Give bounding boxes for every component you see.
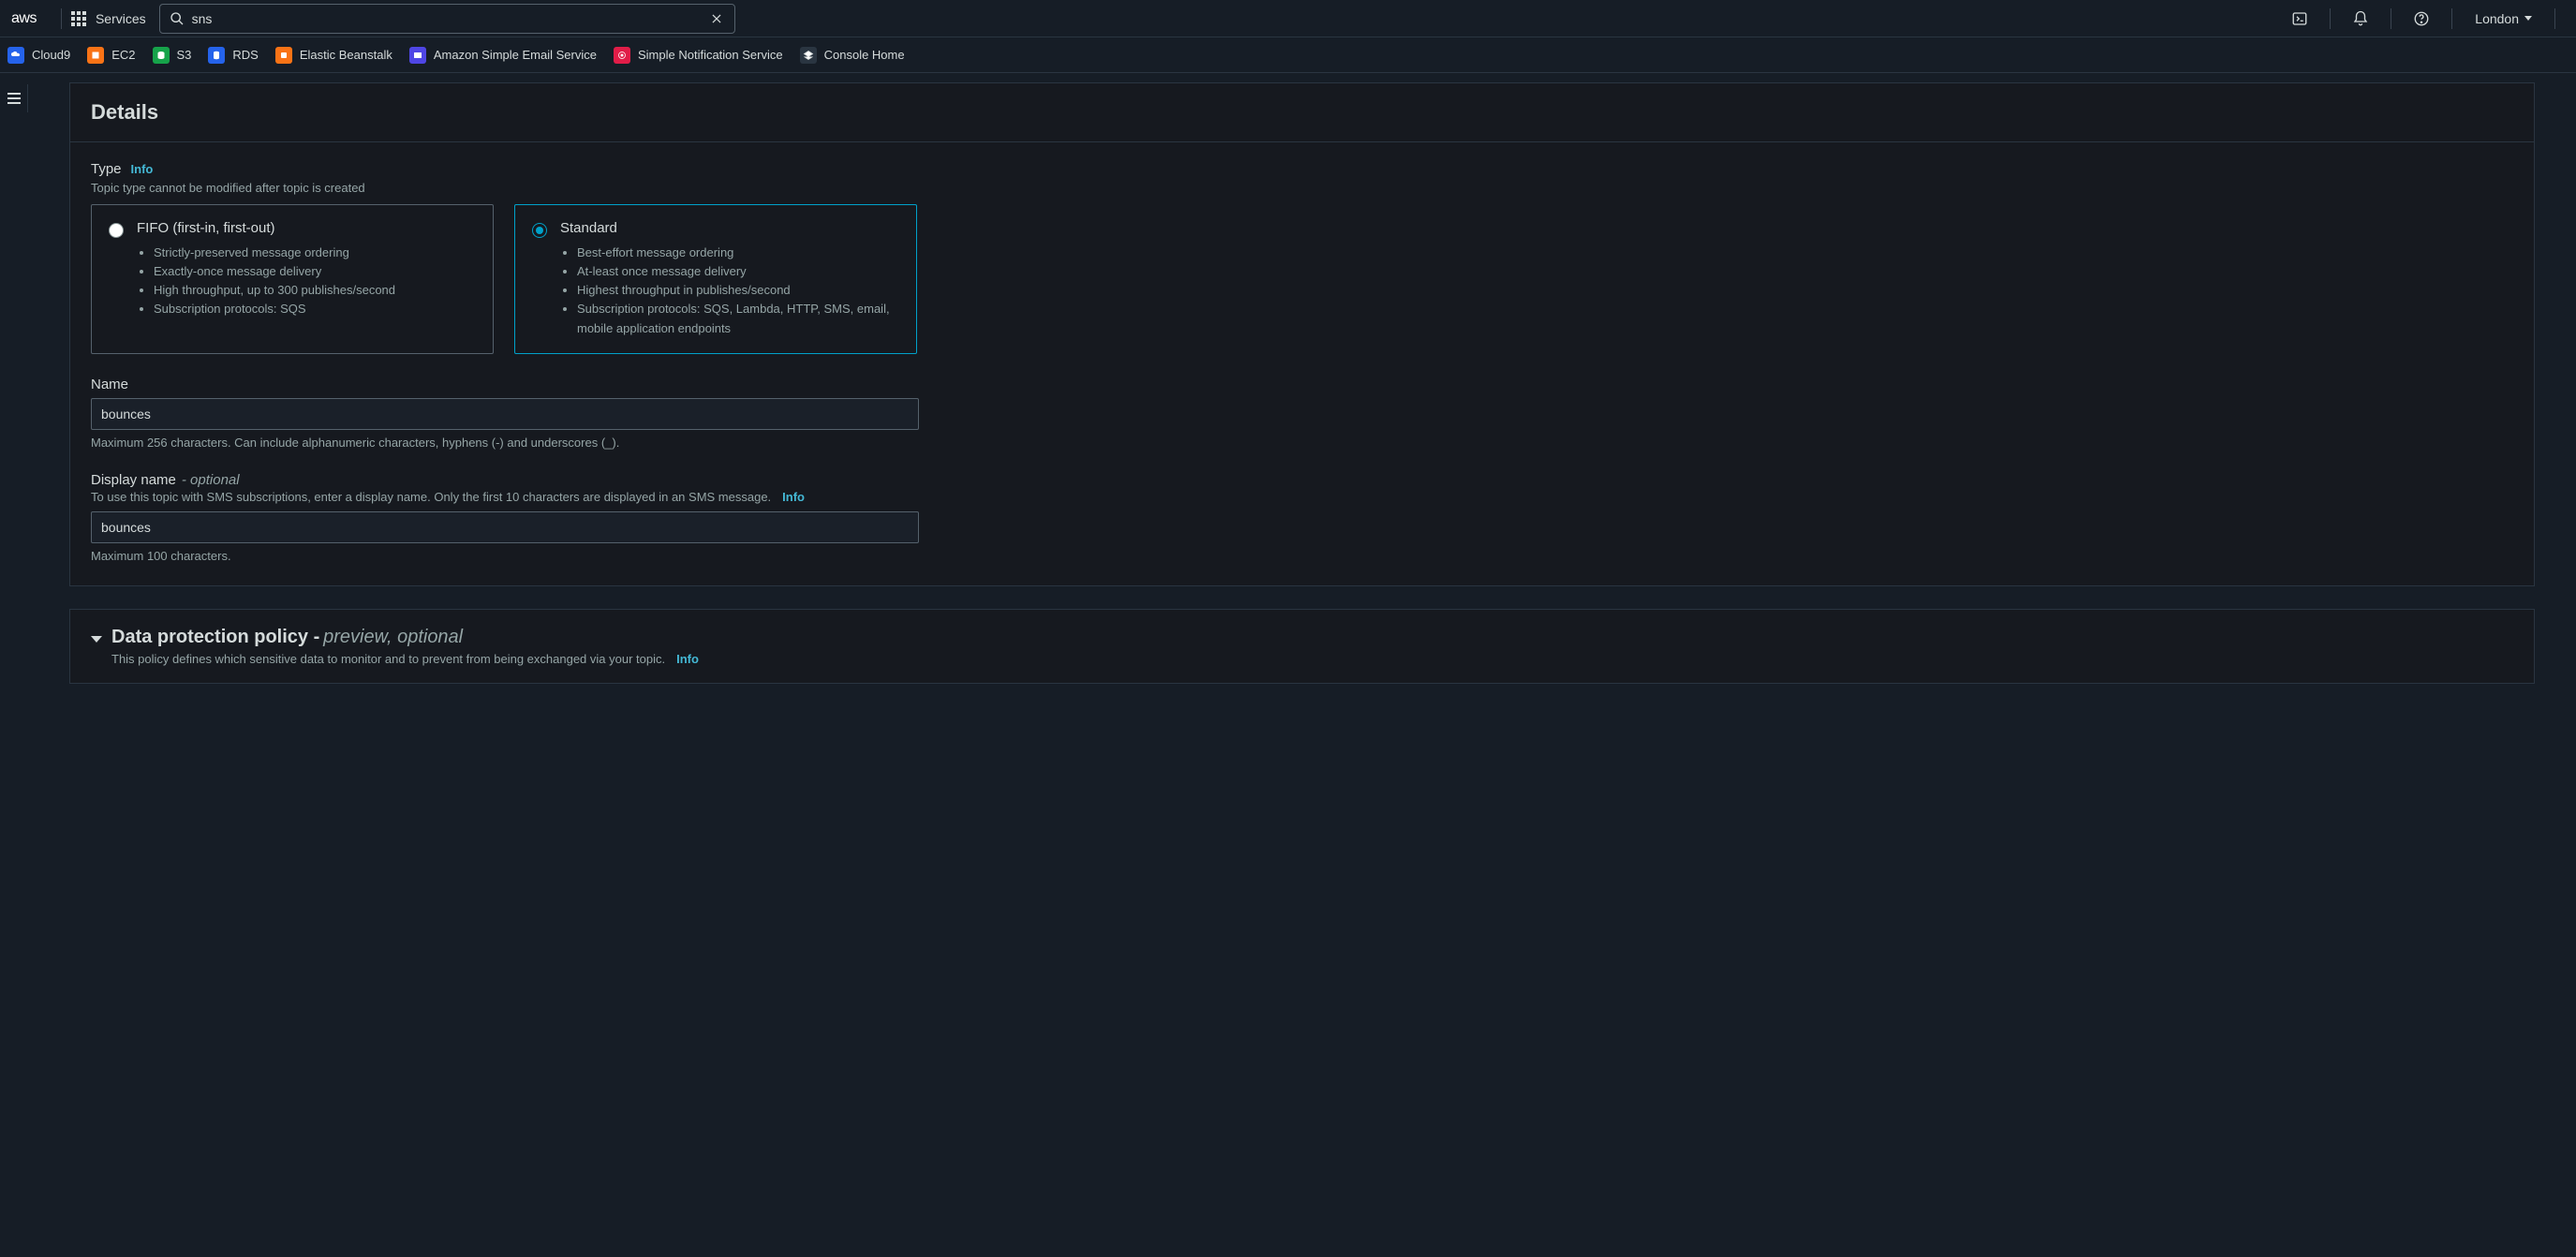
fav-label: Elastic Beanstalk <box>300 48 392 62</box>
top-nav: aws Services London <box>0 0 2576 37</box>
data-protection-panel: Data protection policy - preview, option… <box>69 609 2535 684</box>
bell-icon <box>2352 10 2369 27</box>
aws-logo-text: aws <box>11 10 37 27</box>
fav-console-home[interactable]: Console Home <box>800 47 905 64</box>
help-icon <box>2413 10 2430 27</box>
radio-fifo[interactable]: FIFO (first-in, first-out) Strictly-pres… <box>91 204 494 354</box>
radio-fifo-bullets: Strictly-preserved message ordering Exac… <box>137 244 476 319</box>
region-label: London <box>2475 11 2519 26</box>
chevron-down-icon <box>91 636 102 643</box>
type-info-link[interactable]: Info <box>131 162 154 176</box>
data-protection-title: Data protection policy - <box>111 627 319 647</box>
main-content: Details Type Info Topic type cannot be m… <box>28 73 2576 731</box>
type-label: Type <box>91 161 122 177</box>
panel-header: Details <box>70 83 2534 142</box>
data-protection-suffix: preview, optional <box>323 627 463 647</box>
search-icon <box>170 11 185 26</box>
display-name-desc: To use this topic with SMS subscriptions… <box>91 490 771 504</box>
sns-icon <box>614 47 630 64</box>
display-name-label: Display name <box>91 472 176 488</box>
console-home-icon <box>800 47 817 64</box>
sidebar-toggle[interactable] <box>0 84 28 112</box>
type-desc: Topic type cannot be modified after topi… <box>91 181 2513 195</box>
hamburger-icon <box>7 93 21 104</box>
notifications-button[interactable] <box>2346 4 2376 34</box>
ses-icon <box>409 47 426 64</box>
radio-icon <box>109 223 124 238</box>
type-radio-group: FIFO (first-in, first-out) Strictly-pres… <box>91 204 2513 354</box>
radio-title: Standard <box>560 220 899 236</box>
radio-title: FIFO (first-in, first-out) <box>137 220 476 236</box>
fav-label: EC2 <box>111 48 135 62</box>
name-hint: Maximum 256 characters. Can include alph… <box>91 436 2513 450</box>
type-field: Type Info Topic type cannot be modified … <box>91 161 2513 354</box>
cloudshell-icon <box>2291 10 2308 27</box>
display-name-optional: - optional <box>182 472 240 488</box>
search-box[interactable] <box>159 4 735 34</box>
divider <box>2451 8 2452 29</box>
fav-cloud9[interactable]: Cloud9 <box>7 47 70 64</box>
chevron-down-icon <box>2524 16 2532 21</box>
fav-s3[interactable]: S3 <box>153 47 192 64</box>
data-protection-header[interactable]: Data protection policy - preview, option… <box>91 627 2513 648</box>
panel-title: Details <box>91 100 2513 125</box>
radio-standard-bullets: Best-effort message ordering At-least on… <box>560 244 899 338</box>
s3-icon <box>153 47 170 64</box>
data-protection-desc: This policy defines which sensitive data… <box>111 652 665 666</box>
name-label: Name <box>91 377 2513 392</box>
cloudshell-button[interactable] <box>2285 4 2315 34</box>
fav-label: Console Home <box>824 48 905 62</box>
name-field: Name Maximum 256 characters. Can include… <box>91 377 2513 450</box>
divider <box>2330 8 2331 29</box>
fav-rds[interactable]: RDS <box>208 47 258 64</box>
fav-label: Amazon Simple Email Service <box>434 48 597 62</box>
beanstalk-icon <box>275 47 292 64</box>
display-name-info-link[interactable]: Info <box>782 490 805 504</box>
divider <box>61 8 62 29</box>
fav-elastic-beanstalk[interactable]: Elastic Beanstalk <box>275 47 392 64</box>
apps-grid-icon[interactable] <box>71 11 86 26</box>
name-input[interactable] <box>91 398 919 430</box>
divider <box>2554 8 2555 29</box>
data-protection-info-link[interactable]: Info <box>676 652 699 666</box>
clear-search-button[interactable] <box>708 10 725 27</box>
display-name-field: Display name - optional To use this topi… <box>91 472 2513 563</box>
display-name-hint: Maximum 100 characters. <box>91 549 2513 563</box>
fav-label: RDS <box>232 48 258 62</box>
favorites-bar: Cloud9 EC2 S3 RDS Elastic Beanstalk Amaz… <box>0 37 2576 73</box>
fav-ses[interactable]: Amazon Simple Email Service <box>409 47 597 64</box>
display-name-input[interactable] <box>91 511 919 543</box>
topnav-right: London <box>2285 4 2565 34</box>
radio-standard[interactable]: Standard Best-effort message ordering At… <box>514 204 917 354</box>
radio-icon <box>532 223 547 238</box>
search-input[interactable] <box>192 11 708 26</box>
ec2-icon <box>87 47 104 64</box>
details-panel: Details Type Info Topic type cannot be m… <box>69 82 2535 586</box>
fav-sns[interactable]: Simple Notification Service <box>614 47 783 64</box>
cloud9-icon <box>7 47 24 64</box>
aws-logo[interactable]: aws <box>11 10 37 27</box>
services-menu[interactable]: Services <box>96 11 146 26</box>
region-selector[interactable]: London <box>2467 11 2539 26</box>
help-button[interactable] <box>2406 4 2436 34</box>
fav-label: Cloud9 <box>32 48 70 62</box>
fav-label: S3 <box>177 48 192 62</box>
close-icon <box>710 12 723 25</box>
fav-ec2[interactable]: EC2 <box>87 47 135 64</box>
fav-label: Simple Notification Service <box>638 48 783 62</box>
panel-body: Type Info Topic type cannot be modified … <box>70 142 2534 585</box>
rds-icon <box>208 47 225 64</box>
